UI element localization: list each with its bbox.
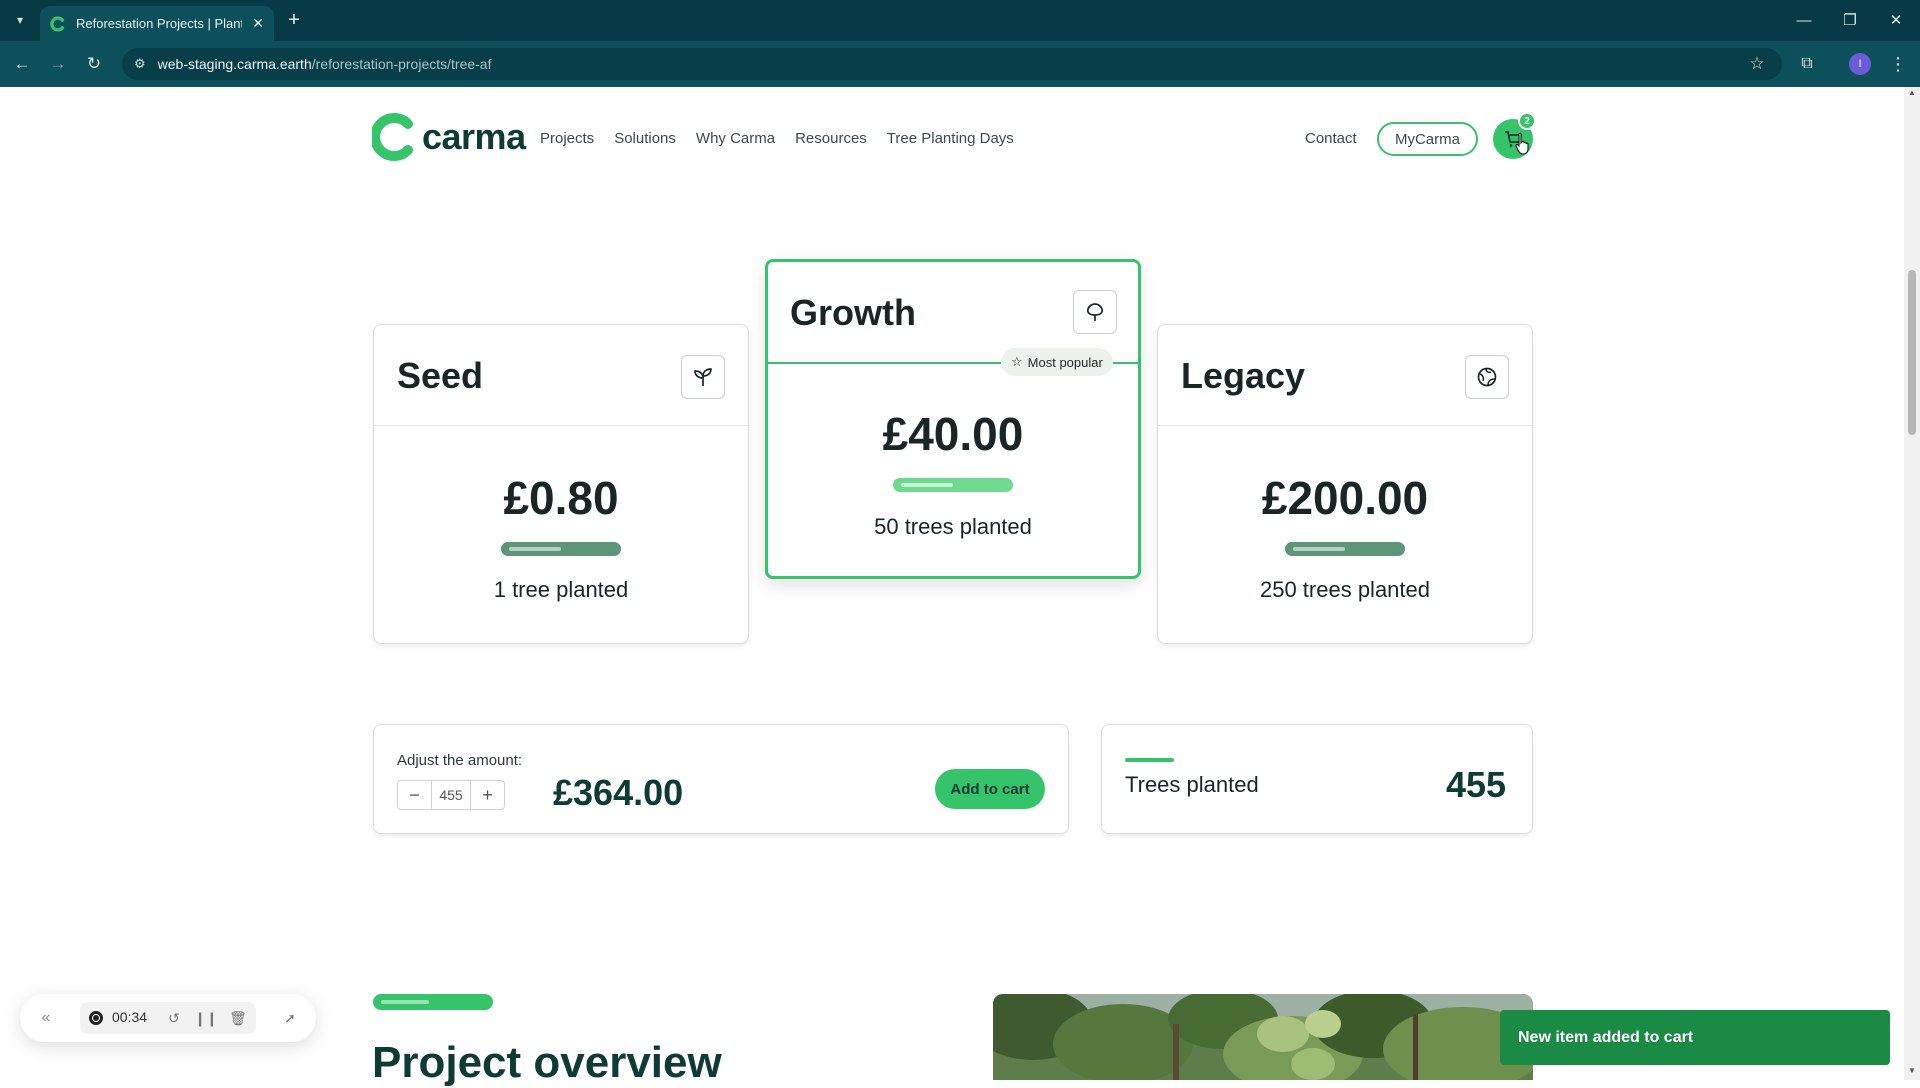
browser-tab-active[interactable]: Reforestation Projects | Plant Tr ✕ [40, 6, 274, 41]
scroll-down-arrow-icon[interactable]: ▼ [1906, 1066, 1918, 1078]
main-nav: Projects Solutions Why Carma Resources T… [540, 130, 1014, 147]
carma-logo[interactable]: carma [372, 112, 526, 162]
total-price: £364.00 [553, 772, 684, 813]
logo-wordmark: carma [422, 116, 526, 157]
plan-divider [1158, 425, 1532, 426]
decrease-button[interactable]: − [398, 781, 431, 809]
url-text: web-staging.carma.earth/reforestation-pr… [157, 56, 492, 72]
quantity-input[interactable]: 455 [431, 781, 471, 809]
tree-icon [1073, 290, 1117, 334]
kebab-menu-icon[interactable]: ⋮ [1888, 51, 1908, 77]
star-icon: ☆ [1011, 354, 1023, 369]
most-popular-badge: ☆ Most popular [1001, 348, 1113, 376]
plan-progress-bar [1285, 542, 1405, 556]
plan-progress-bar [893, 478, 1013, 492]
plan-name: Growth [790, 292, 916, 333]
trees-accent-line [1125, 758, 1174, 762]
plan-card-seed[interactable]: Seed £0.80 1 tree planted [373, 324, 749, 644]
scroll-up-arrow-icon[interactable]: ▲ [1906, 88, 1918, 100]
contact-link[interactable]: Contact [1305, 130, 1357, 147]
globe-icon [1465, 355, 1509, 399]
new-tab-icon[interactable]: + [282, 8, 306, 32]
carma-logo-mark-icon [372, 113, 413, 161]
trees-planted-label: Trees planted [1125, 772, 1259, 797]
increase-button[interactable]: + [471, 781, 504, 809]
pointer-icon[interactable]: ➚ [280, 1008, 300, 1028]
plan-divider [374, 425, 748, 426]
scrollbar-thumb[interactable] [1908, 270, 1916, 435]
recording-time: 00:34 [112, 1009, 148, 1025]
reload-icon[interactable]: ↻ [80, 50, 108, 78]
site-info-icon[interactable]: ⚙ [134, 56, 146, 72]
address-bar[interactable]: ⚙ web-staging.carma.earth/reforestation-… [122, 48, 1782, 80]
profile-avatar[interactable]: I [1849, 53, 1871, 75]
sprout-icon [681, 355, 725, 399]
extensions-puzzle-icon[interactable]: ⧉ [1794, 51, 1820, 77]
nav-solutions[interactable]: Solutions [614, 130, 676, 147]
bookmark-star-icon[interactable]: ☆ [1744, 51, 1770, 77]
nav-tree-planting-days[interactable]: Tree Planting Days [887, 130, 1014, 147]
nav-projects[interactable]: Projects [540, 130, 594, 147]
mouse-cursor-icon [1515, 132, 1529, 155]
cart-notification-toast: New item added to cart [1500, 1010, 1890, 1065]
plan-card-growth[interactable]: Growth ☆ Most popular £40.00 50 trees pl… [765, 259, 1141, 579]
adjust-amount-label: Adjust the amount: [397, 752, 523, 769]
plan-trees-planted: 250 trees planted [1259, 577, 1431, 602]
project-overview-heading: Project overview [372, 1038, 722, 1087]
page-scrollbar[interactable] [1904, 87, 1920, 1080]
plan-name: Legacy [1181, 355, 1306, 396]
restore-icon[interactable]: ❐ [1830, 6, 1870, 34]
minimize-icon[interactable]: — [1784, 6, 1824, 34]
plan-price: £200.00 [1261, 472, 1429, 524]
plan-price: £40.00 [882, 408, 1024, 460]
plan-progress-bar [501, 542, 621, 556]
plan-card-legacy[interactable]: Legacy £200.00 250 trees planted [1157, 324, 1533, 644]
carma-favicon-icon [50, 15, 65, 32]
add-to-cart-button[interactable]: Add to cart [935, 769, 1045, 809]
quantity-stepper[interactable]: − 455 + [397, 780, 505, 810]
restart-icon[interactable]: ↺ [164, 1008, 184, 1028]
tab-search-icon[interactable]: ▾ [8, 8, 32, 32]
record-indicator-icon [89, 1011, 103, 1025]
trees-planted-value: 455 [1446, 764, 1507, 805]
cart-count-badge: 2 [1518, 112, 1536, 130]
tab-title: Reforestation Projects | Plant Tr [76, 16, 243, 31]
plan-trees-planted: 1 tree planted [493, 577, 629, 602]
project-forest-image [993, 994, 1533, 1080]
tab-close-icon[interactable]: ✕ [252, 15, 264, 32]
nav-why-carma[interactable]: Why Carma [696, 130, 775, 147]
mycarma-button[interactable]: MyCarma [1377, 122, 1478, 156]
collapse-chevron-icon[interactable]: « [36, 1008, 56, 1028]
back-arrow-icon[interactable]: ← [8, 50, 36, 78]
plan-price: £0.80 [503, 472, 619, 524]
close-window-icon[interactable]: ✕ [1876, 6, 1916, 34]
forward-arrow-icon[interactable]: → [44, 50, 72, 78]
plan-trees-planted: 50 trees planted [874, 514, 1032, 539]
pause-icon[interactable]: ❙❙ [194, 1008, 217, 1028]
trash-icon[interactable]: 🗑 [228, 1008, 248, 1028]
overview-accent-bar [373, 994, 493, 1010]
plan-name: Seed [397, 355, 484, 396]
nav-resources[interactable]: Resources [795, 130, 867, 147]
